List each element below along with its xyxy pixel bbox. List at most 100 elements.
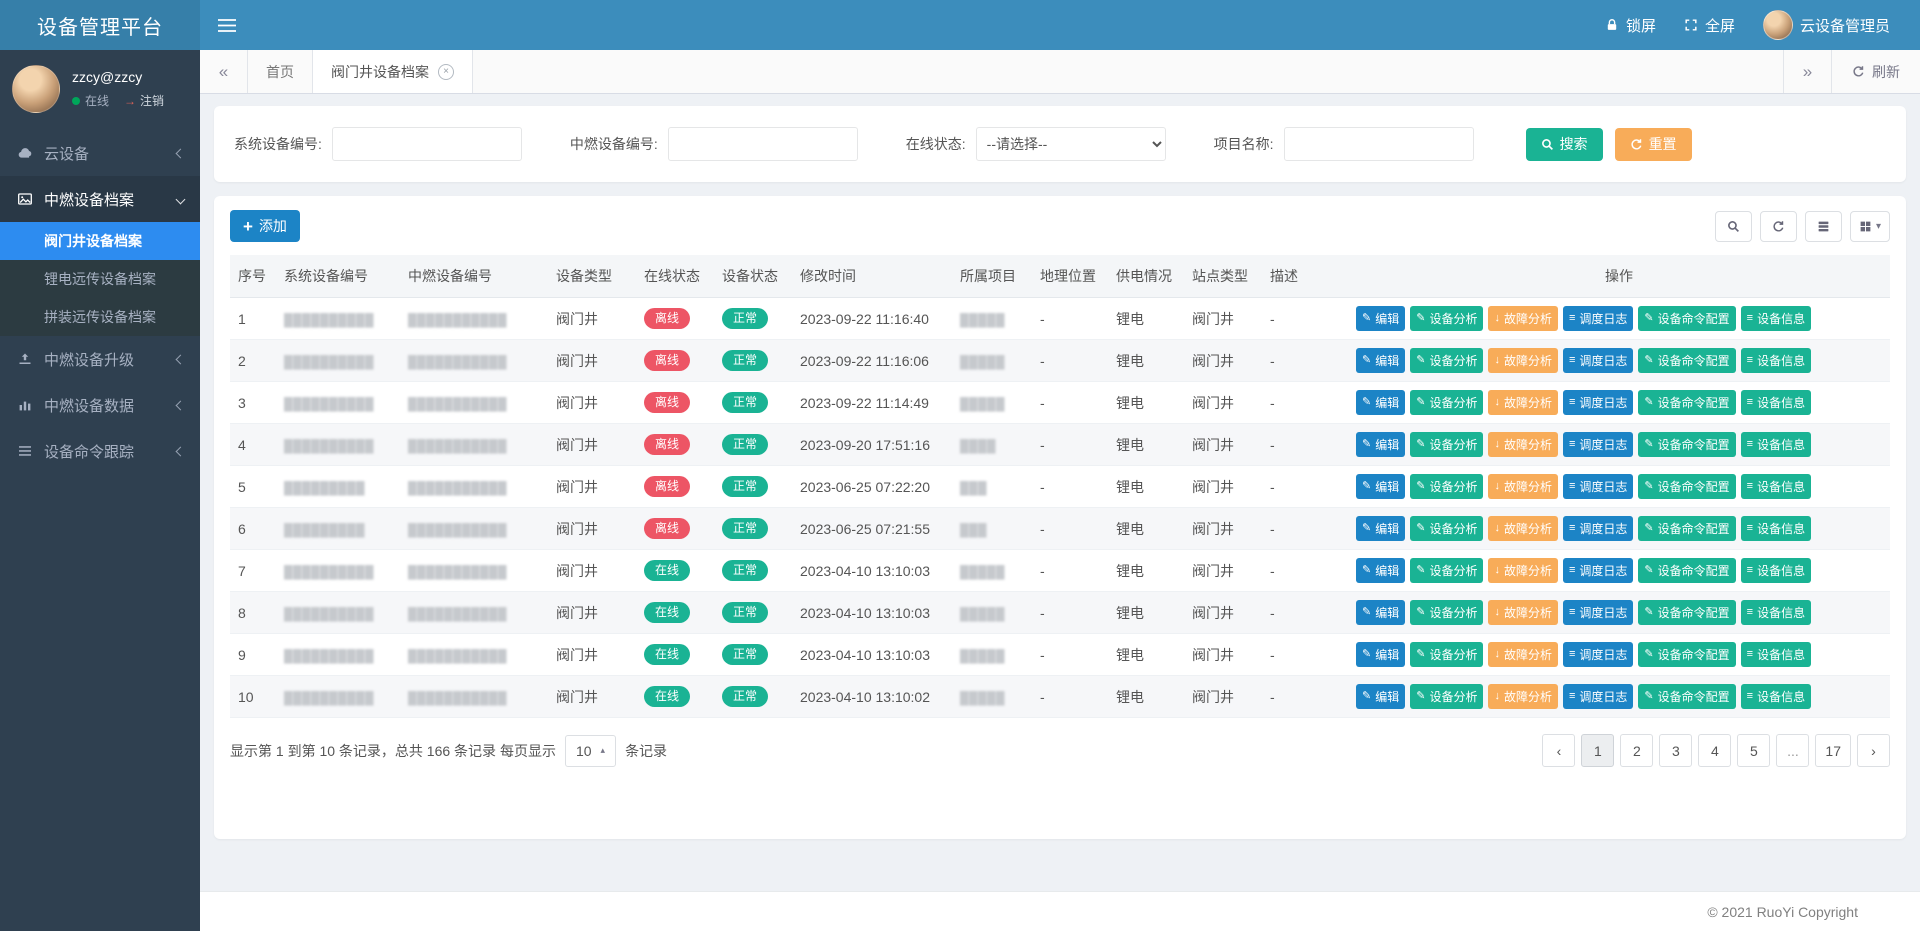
edit-button[interactable]: ✎编辑 xyxy=(1356,432,1405,457)
edit-button[interactable]: ✎编辑 xyxy=(1356,516,1405,541)
fault-analysis-button[interactable]: ↓故障分析 xyxy=(1488,348,1558,373)
device-info-button[interactable]: ≡设备信息 xyxy=(1741,348,1811,373)
device-command-config-button[interactable]: ✎设备命令配置 xyxy=(1638,474,1735,499)
reset-button[interactable]: 重置 xyxy=(1615,128,1692,161)
device-command-config-button[interactable]: ✎设备命令配置 xyxy=(1638,600,1735,625)
device-info-button[interactable]: ≡设备信息 xyxy=(1741,684,1811,709)
edit-button[interactable]: ✎编辑 xyxy=(1356,474,1405,499)
page-button-1[interactable]: 1 xyxy=(1581,734,1614,767)
app-logo[interactable]: 设备管理平台 xyxy=(0,0,200,50)
device-info-button[interactable]: ≡设备信息 xyxy=(1741,516,1811,541)
device-command-config-button[interactable]: ✎设备命令配置 xyxy=(1638,684,1735,709)
device-info-button[interactable]: ≡设备信息 xyxy=(1741,306,1811,331)
device-analysis-button[interactable]: ✎设备分析 xyxy=(1410,516,1483,541)
project-name-input[interactable] xyxy=(1284,127,1474,161)
sidebar-item-zhongran-device-archive[interactable]: 中燃设备档案 xyxy=(0,176,200,222)
device-analysis-button[interactable]: ✎设备分析 xyxy=(1410,432,1483,457)
device-analysis-button[interactable]: ✎设备分析 xyxy=(1410,558,1483,583)
edit-button[interactable]: ✎编辑 xyxy=(1356,642,1405,667)
page-button-4[interactable]: 4 xyxy=(1698,734,1731,767)
sidebar-item-device-upgrade[interactable]: 中燃设备升级 xyxy=(0,336,200,382)
search-button[interactable]: 搜索 xyxy=(1526,128,1603,161)
edit-button[interactable]: ✎编辑 xyxy=(1356,306,1405,331)
table-search-button[interactable] xyxy=(1715,211,1752,242)
fault-analysis-button[interactable]: ↓故障分析 xyxy=(1488,306,1558,331)
page-next-button[interactable]: › xyxy=(1857,734,1890,767)
sidebar-toggle-button[interactable] xyxy=(200,0,254,50)
table-view-toggle-button[interactable] xyxy=(1805,211,1842,242)
tabs-scroll-right-button[interactable]: » xyxy=(1783,50,1831,93)
sidebar-item-cloud-device[interactable]: 云设备 xyxy=(0,130,200,176)
tab-home[interactable]: 首页 xyxy=(248,50,313,93)
device-command-config-button[interactable]: ✎设备命令配置 xyxy=(1638,348,1735,373)
sidebar-subitem-lithium-remote-archive[interactable]: 锂电远传设备档案 xyxy=(0,260,200,298)
dispatch-log-button[interactable]: ≡调度日志 xyxy=(1563,516,1633,541)
device-analysis-button[interactable]: ✎设备分析 xyxy=(1410,390,1483,415)
edit-button[interactable]: ✎编辑 xyxy=(1356,348,1405,373)
fault-analysis-button[interactable]: ↓故障分析 xyxy=(1488,516,1558,541)
logout-button[interactable]: → 注销 xyxy=(124,92,164,109)
device-info-button[interactable]: ≡设备信息 xyxy=(1741,390,1811,415)
user-menu-button[interactable]: 云设备管理员 xyxy=(1763,10,1890,40)
device-command-config-button[interactable]: ✎设备命令配置 xyxy=(1638,306,1735,331)
sidebar-item-device-data[interactable]: 中燃设备数据 xyxy=(0,382,200,428)
dispatch-log-button[interactable]: ≡调度日志 xyxy=(1563,348,1633,373)
page-button-2[interactable]: 2 xyxy=(1620,734,1653,767)
edit-button[interactable]: ✎编辑 xyxy=(1356,558,1405,583)
device-info-button[interactable]: ≡设备信息 xyxy=(1741,432,1811,457)
sidebar-subitem-valve-well-archive[interactable]: 阀门井设备档案 xyxy=(0,222,200,260)
system-device-no-input[interactable] xyxy=(332,127,522,161)
fault-analysis-button[interactable]: ↓故障分析 xyxy=(1488,684,1558,709)
device-info-button[interactable]: ≡设备信息 xyxy=(1741,600,1811,625)
device-analysis-button[interactable]: ✎设备分析 xyxy=(1410,474,1483,499)
device-command-config-button[interactable]: ✎设备命令配置 xyxy=(1638,642,1735,667)
device-info-button[interactable]: ≡设备信息 xyxy=(1741,474,1811,499)
fault-analysis-button[interactable]: ↓故障分析 xyxy=(1488,390,1558,415)
sidebar-item-device-command-trace[interactable]: 设备命令跟踪 xyxy=(0,428,200,474)
device-info-button[interactable]: ≡设备信息 xyxy=(1741,558,1811,583)
device-info-button[interactable]: ≡设备信息 xyxy=(1741,642,1811,667)
tab-close-icon[interactable]: × xyxy=(438,64,454,80)
edit-button[interactable]: ✎编辑 xyxy=(1356,684,1405,709)
page-size-dropdown[interactable]: 10 ▴ xyxy=(565,735,616,767)
gas-device-no-input[interactable] xyxy=(668,127,858,161)
page-button-17[interactable]: 17 xyxy=(1815,734,1851,767)
device-analysis-button[interactable]: ✎设备分析 xyxy=(1410,642,1483,667)
dispatch-log-button[interactable]: ≡调度日志 xyxy=(1563,306,1633,331)
tab-refresh-button[interactable]: 刷新 xyxy=(1831,50,1920,93)
device-analysis-button[interactable]: ✎设备分析 xyxy=(1410,348,1483,373)
tab-valve-well-archive[interactable]: 阀门井设备档案× xyxy=(313,50,473,93)
sidebar-subitem-assembled-remote-archive[interactable]: 拼装远传设备档案 xyxy=(0,298,200,336)
lock-screen-button[interactable]: 锁屏 xyxy=(1605,15,1656,36)
fault-analysis-button[interactable]: ↓故障分析 xyxy=(1488,600,1558,625)
dispatch-log-button[interactable]: ≡调度日志 xyxy=(1563,684,1633,709)
edit-button[interactable]: ✎编辑 xyxy=(1356,390,1405,415)
online-status-select[interactable]: --请选择-- xyxy=(976,127,1166,161)
dispatch-log-button[interactable]: ≡调度日志 xyxy=(1563,558,1633,583)
tabs-scroll-left-button[interactable]: « xyxy=(200,50,248,93)
table-columns-button[interactable]: ▾ xyxy=(1850,211,1890,242)
dispatch-log-button[interactable]: ≡调度日志 xyxy=(1563,432,1633,457)
page-button-5[interactable]: 5 xyxy=(1737,734,1770,767)
device-command-config-button[interactable]: ✎设备命令配置 xyxy=(1638,432,1735,457)
page-button-3[interactable]: 3 xyxy=(1659,734,1692,767)
table-refresh-button[interactable] xyxy=(1760,211,1797,242)
page-prev-button[interactable]: ‹ xyxy=(1542,734,1575,767)
device-analysis-button[interactable]: ✎设备分析 xyxy=(1410,306,1483,331)
dispatch-log-button[interactable]: ≡调度日志 xyxy=(1563,600,1633,625)
dispatch-log-button[interactable]: ≡调度日志 xyxy=(1563,642,1633,667)
dispatch-log-button[interactable]: ≡调度日志 xyxy=(1563,474,1633,499)
add-button[interactable]: + 添加 xyxy=(230,210,300,242)
device-analysis-button[interactable]: ✎设备分析 xyxy=(1410,600,1483,625)
device-analysis-button[interactable]: ✎设备分析 xyxy=(1410,684,1483,709)
fault-analysis-button[interactable]: ↓故障分析 xyxy=(1488,642,1558,667)
dispatch-log-button[interactable]: ≡调度日志 xyxy=(1563,390,1633,415)
device-command-config-button[interactable]: ✎设备命令配置 xyxy=(1638,516,1735,541)
device-command-config-button[interactable]: ✎设备命令配置 xyxy=(1638,558,1735,583)
edit-button[interactable]: ✎编辑 xyxy=(1356,600,1405,625)
fault-analysis-button[interactable]: ↓故障分析 xyxy=(1488,474,1558,499)
fullscreen-button[interactable]: 全屏 xyxy=(1684,15,1735,36)
device-command-config-button[interactable]: ✎设备命令配置 xyxy=(1638,390,1735,415)
fault-analysis-button[interactable]: ↓故障分析 xyxy=(1488,558,1558,583)
fault-analysis-button[interactable]: ↓故障分析 xyxy=(1488,432,1558,457)
